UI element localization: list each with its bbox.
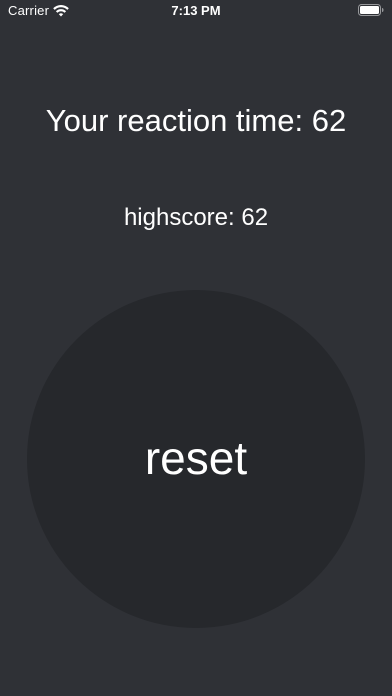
highscore-label: highscore: 62 <box>123 204 269 231</box>
reaction-time-label: Your reaction time: 62 <box>45 103 347 138</box>
status-time: 7:13 PM <box>171 3 221 18</box>
status-bar: Carrier 7:13 PM <box>0 0 392 20</box>
reset-button[interactable]: reset <box>27 290 365 628</box>
battery-icon <box>358 4 384 16</box>
app-screen: Carrier 7:13 PM Your reaction time: 62 h… <box>0 0 392 696</box>
reset-button-label: reset <box>144 432 248 484</box>
